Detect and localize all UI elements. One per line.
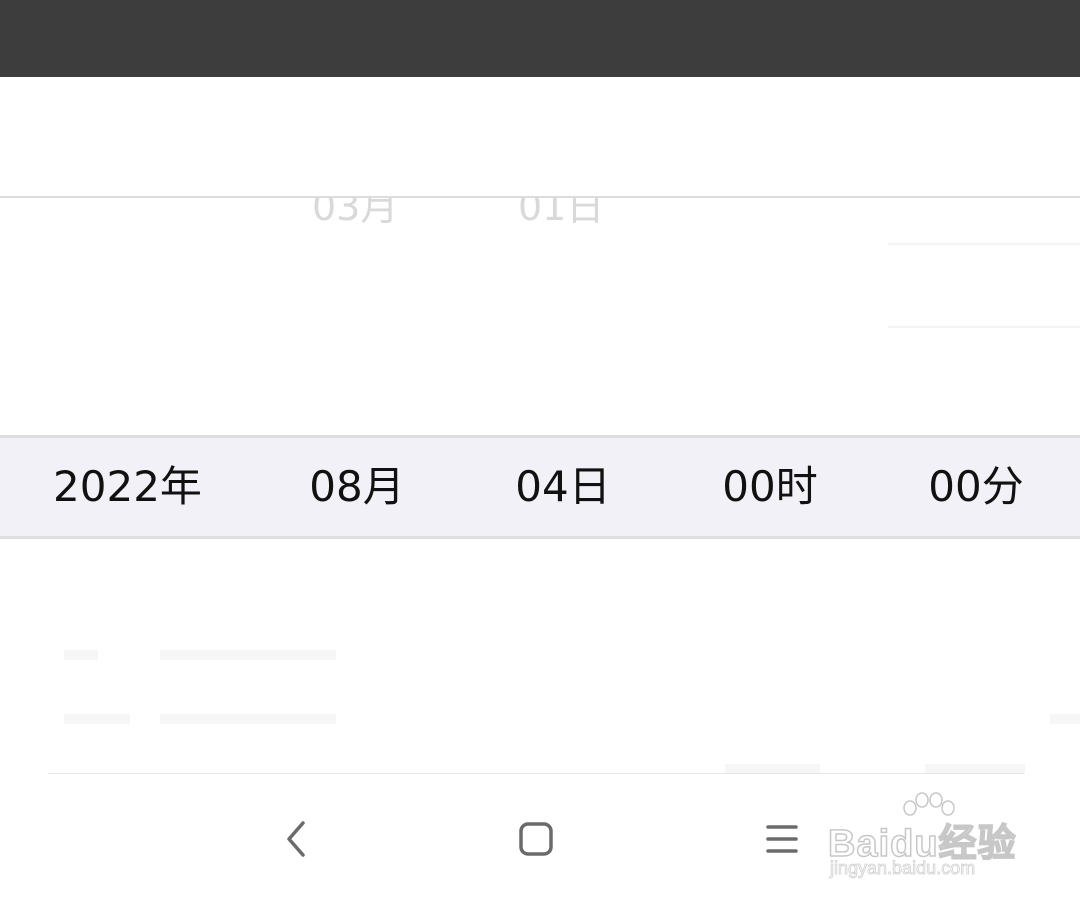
status-bar: [0, 0, 1080, 77]
faded-month[interactable]: 03月: [312, 198, 398, 231]
baidu-watermark: Baidu经验 jingyan.baidu.com: [827, 790, 1028, 890]
faded-item: [64, 650, 98, 660]
square-icon: [519, 822, 553, 856]
ghost-divider: [888, 243, 1080, 245]
ghost-divider: [888, 326, 1080, 328]
faded-item: [160, 650, 336, 660]
faded-item: [1050, 714, 1080, 724]
minute-wheel-value[interactable]: 00分: [899, 438, 1053, 536]
hour-wheel-value[interactable]: 00时: [693, 438, 847, 536]
back-button[interactable]: [266, 814, 326, 864]
faded-day[interactable]: 01日: [518, 198, 604, 231]
picker-faded-row-above: 03月 01日: [0, 198, 1080, 238]
day-wheel-value[interactable]: 04日: [486, 438, 640, 536]
picker-header: [0, 77, 1080, 198]
picker-selected-row[interactable]: 2022年 08月 04日 00时 00分: [0, 435, 1080, 539]
menu-button[interactable]: [752, 814, 812, 864]
chevron-left-icon: [287, 821, 305, 857]
faded-item: [64, 714, 130, 724]
faded-item: [160, 714, 336, 724]
year-wheel-value[interactable]: 2022年: [40, 438, 215, 536]
home-button[interactable]: [506, 814, 566, 864]
date-time-picker[interactable]: 03月 01日 2022年 08月 04日 00时 00分: [0, 198, 1080, 774]
watermark-url: jingyan.baidu.com: [830, 858, 976, 879]
month-wheel-value[interactable]: 08月: [280, 438, 434, 536]
hamburger-icon: [766, 825, 798, 853]
